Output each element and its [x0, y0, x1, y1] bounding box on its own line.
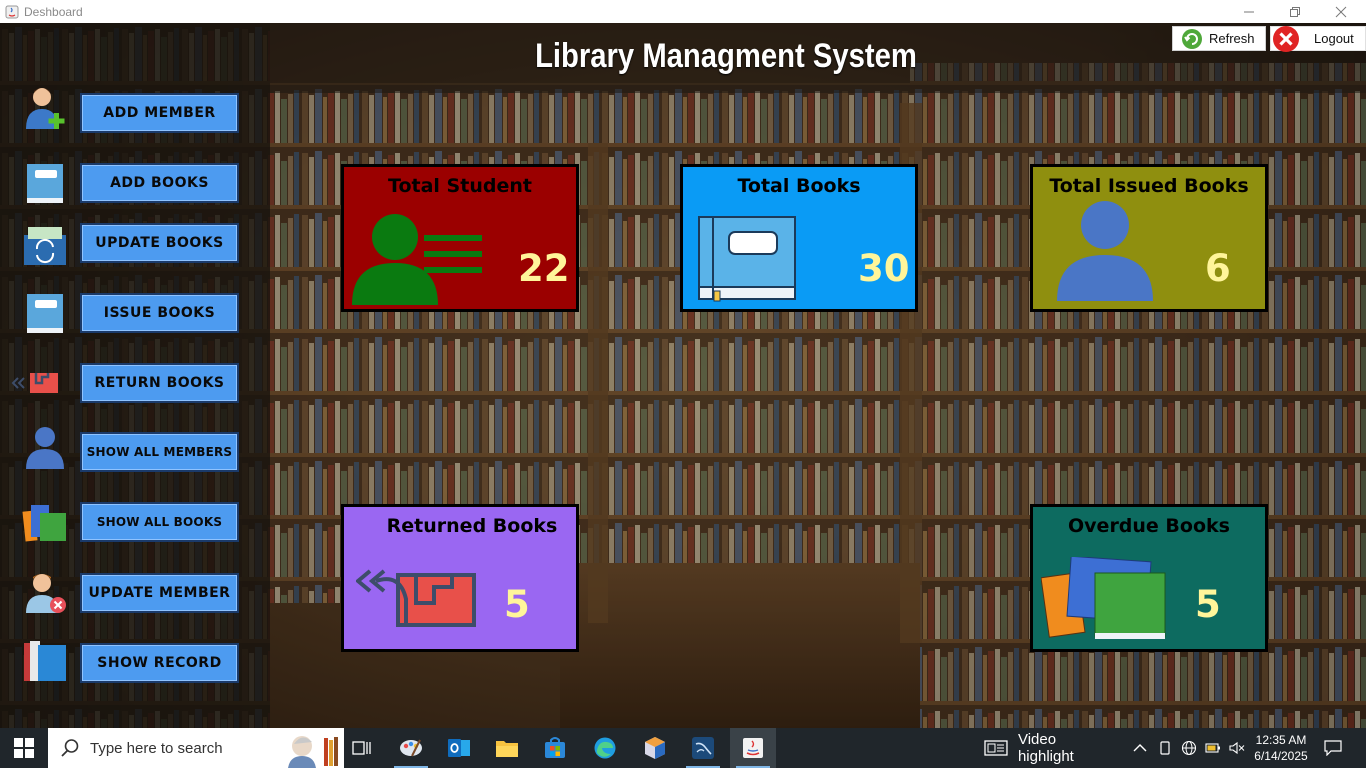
tray-volume-button[interactable]	[1226, 728, 1248, 768]
start-button[interactable]	[0, 728, 48, 768]
page-title: Library Managment System	[535, 37, 917, 75]
book-icon	[27, 294, 63, 333]
chevron-up-icon	[1133, 744, 1147, 752]
logout-label: Logout	[1314, 31, 1354, 46]
taskbar-app-paint[interactable]	[388, 728, 434, 768]
record-book-icon	[24, 641, 66, 681]
returned-books-card: Returned Books 5	[341, 504, 579, 652]
add-books-button[interactable]: ADD BOOKS	[80, 163, 239, 203]
user-icon	[1057, 201, 1153, 301]
tray-overflow-button[interactable]	[1128, 728, 1152, 768]
minimize-button[interactable]	[1226, 0, 1272, 23]
window-title: Deshboard	[24, 4, 83, 19]
card-title: Total Issued Books	[1049, 175, 1249, 197]
returned-books-value: 5	[504, 583, 530, 626]
overdue-books-value: 5	[1195, 583, 1221, 626]
search-icon	[61, 739, 79, 757]
maximize-button[interactable]	[1272, 0, 1318, 23]
battery-icon	[1205, 743, 1220, 753]
issue-books-button[interactable]: ISSUE BOOKS	[80, 293, 239, 333]
show-all-members-button[interactable]: SHOW ALL MEMBERS	[80, 432, 239, 472]
taskbar: Type here to search Video highlight 12:3…	[0, 728, 1366, 768]
minimize-icon	[1244, 11, 1254, 12]
taskbar-app-outlook[interactable]	[436, 728, 482, 768]
task-view-icon	[352, 741, 371, 755]
refresh-button[interactable]: Refresh	[1172, 26, 1266, 51]
tray-device-button[interactable]	[1154, 728, 1176, 768]
book-icon	[698, 216, 796, 302]
edge-icon	[594, 737, 616, 759]
logout-icon	[1273, 25, 1299, 52]
volume-muted-icon	[1229, 741, 1245, 755]
netbeans-icon	[645, 737, 665, 759]
taskbar-app-java[interactable]	[730, 728, 776, 768]
taskbar-app-store[interactable]	[532, 728, 578, 768]
taskbar-app-netbeans[interactable]	[632, 728, 678, 768]
video-highlight-widget[interactable]: Video highlight	[980, 728, 1116, 768]
mysql-workbench-icon	[692, 737, 714, 759]
java-app-icon	[5, 5, 19, 18]
total-issued-books-value: 6	[1205, 247, 1231, 290]
window-titlebar: Deshboard	[0, 0, 1366, 23]
refresh-icon	[1182, 28, 1202, 49]
card-title: Returned Books	[386, 515, 558, 537]
restore-icon	[1290, 6, 1300, 17]
close-window-button[interactable]	[1318, 0, 1364, 23]
notifications-button[interactable]	[1318, 728, 1348, 768]
tray-battery-button[interactable]	[1202, 728, 1224, 768]
card-title: Total Books	[737, 175, 861, 197]
taskbar-app-edge[interactable]	[582, 728, 628, 768]
card-title: Total Student	[388, 175, 532, 197]
close-icon	[1335, 6, 1347, 17]
refresh-label: Refresh	[1209, 31, 1255, 46]
user-icon	[26, 427, 64, 469]
taskbar-app-file-explorer[interactable]	[484, 728, 530, 768]
globe-icon	[1181, 740, 1197, 756]
update-books-button[interactable]: UPDATE BOOKS	[80, 223, 239, 263]
logout-button[interactable]: Logout	[1270, 25, 1366, 52]
taskbar-search[interactable]: Type here to search	[48, 728, 344, 768]
add-user-icon	[26, 88, 65, 129]
clock-time: 12:35 AM	[1255, 733, 1307, 747]
java-icon	[743, 738, 763, 758]
show-record-button[interactable]: SHOW RECORD	[80, 643, 239, 683]
search-highlight-image	[282, 728, 344, 768]
books-stack-icon	[1041, 557, 1166, 639]
device-icon	[1160, 741, 1170, 755]
return-icon	[11, 373, 58, 393]
clock-date: 6/14/2025	[1254, 749, 1308, 763]
paint-icon	[400, 739, 422, 757]
outlook-icon	[448, 739, 470, 757]
video-highlight-label: Video highlight	[1017, 731, 1074, 765]
windows-icon	[14, 738, 34, 758]
store-icon	[545, 737, 565, 758]
clock[interactable]: 12:35 AM 6/14/2025	[1250, 728, 1312, 768]
return-books-button[interactable]: RETURN BOOKS	[80, 363, 239, 403]
notification-icon	[1324, 740, 1342, 756]
video-icon	[984, 740, 1008, 756]
update-book-icon	[24, 227, 66, 265]
total-student-card: Total Student 22	[341, 164, 579, 312]
card-title: Overdue Books	[1068, 515, 1230, 537]
task-view-button[interactable]	[344, 728, 378, 768]
folder-icon	[496, 741, 518, 757]
search-placeholder: Type here to search	[90, 739, 223, 757]
book-icon	[27, 164, 63, 203]
total-issued-books-card: Total Issued Books 6	[1030, 164, 1268, 312]
add-member-button[interactable]: ADD MEMBER	[80, 93, 239, 133]
overdue-books-card: Overdue Books 5	[1030, 504, 1268, 652]
total-books-card: Total Books 30	[680, 164, 918, 312]
total-books-value: 30	[858, 247, 910, 290]
return-icon	[356, 569, 476, 627]
update-member-button[interactable]: UPDATE MEMBER	[80, 573, 239, 613]
taskbar-app-mysql-workbench[interactable]	[680, 728, 726, 768]
show-all-books-button[interactable]: SHOW ALL BOOKS	[80, 502, 239, 542]
books-stack-icon	[22, 505, 66, 542]
remove-user-icon	[26, 574, 66, 613]
tray-network-button[interactable]	[1178, 728, 1200, 768]
dashboard-window: Library Managment System Refresh Logout …	[0, 23, 1366, 728]
student-list-icon	[352, 214, 482, 305]
total-student-value: 22	[518, 247, 570, 290]
